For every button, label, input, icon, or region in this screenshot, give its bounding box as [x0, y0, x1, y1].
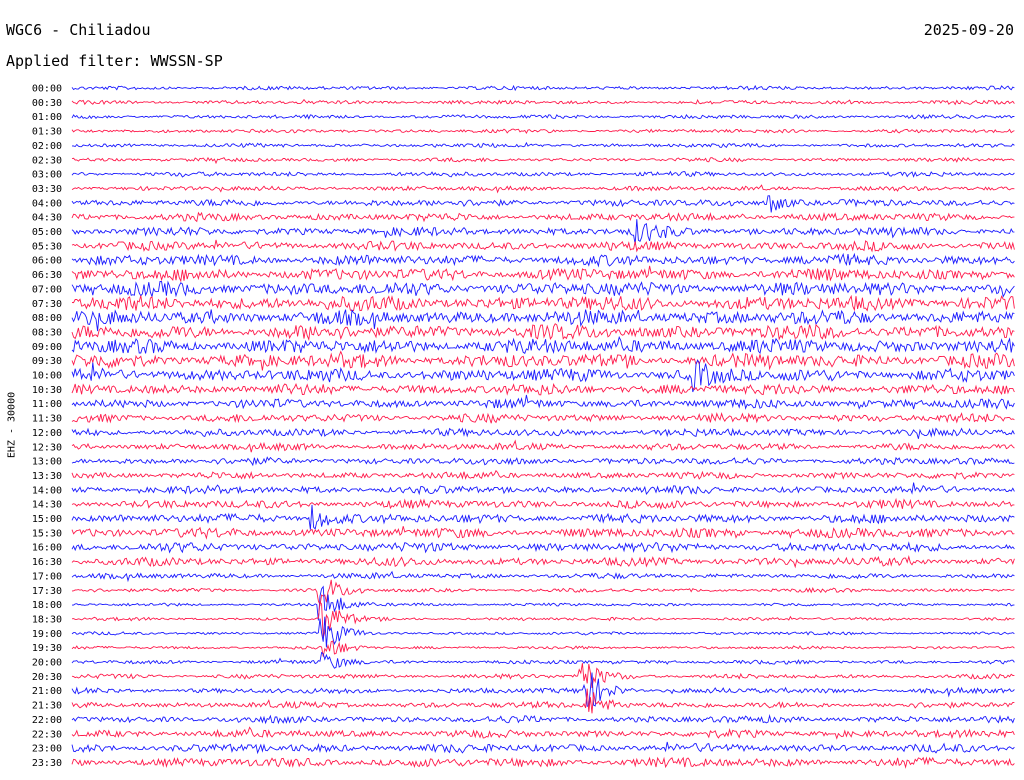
y-tick-label: 23:30: [32, 758, 62, 769]
y-tick-label: 13:30: [32, 471, 62, 482]
y-tick-label: 13:00: [32, 457, 62, 468]
seismic-trace-0930: [71, 350, 1015, 371]
seismic-trace-2100: [71, 672, 1015, 707]
y-tick-label: 08:00: [32, 313, 62, 324]
y-tick-label: 21:00: [32, 686, 62, 697]
seismic-trace-2130: [71, 688, 1015, 714]
seismic-trace-2200: [71, 714, 1015, 725]
seismic-trace-1930: [71, 640, 1015, 657]
y-tick-label: 11:00: [32, 399, 62, 410]
y-tick-label: 18:00: [32, 600, 62, 611]
y-tick-label: 04:30: [32, 213, 62, 224]
y-tick-label: 09:00: [32, 342, 62, 353]
seismic-trace-0700: [71, 280, 1015, 299]
y-tick-label: 06:00: [32, 256, 62, 267]
y-tick-label: 20:00: [32, 658, 62, 669]
y-tick-label: 16:00: [32, 543, 62, 554]
seismic-trace-2000: [71, 651, 1015, 669]
y-tick-label: 12:00: [32, 428, 62, 439]
seismic-trace-1330: [71, 469, 1015, 480]
seismic-trace-0030: [71, 98, 1015, 106]
y-tick-label: 20:30: [32, 672, 62, 683]
y-tick-label: 02:00: [32, 141, 62, 152]
y-tick-label: 18:30: [32, 614, 62, 625]
seismic-trace-0630: [71, 265, 1015, 283]
y-tick-label: 05:30: [32, 241, 62, 252]
y-tick-label: 03:30: [32, 184, 62, 195]
seismic-trace-0730: [71, 294, 1015, 312]
seismic-trace-0200: [71, 141, 1015, 149]
seismic-trace-0900: [71, 335, 1015, 355]
seismic-trace-0130: [71, 128, 1015, 135]
seismic-trace-0500: [71, 219, 1015, 245]
seismic-trace-1830: [71, 600, 1015, 639]
y-tick-label: 07:00: [32, 284, 62, 295]
seismic-trace-2030: [71, 663, 1015, 688]
seismic-trace-2300: [71, 741, 1015, 755]
y-tick-label: 05:00: [32, 227, 62, 238]
y-tick-label: 06:30: [32, 270, 62, 281]
y-tick-label: 15:30: [32, 528, 62, 539]
seismic-trace-1700: [71, 570, 1015, 583]
seismic-trace-1630: [71, 554, 1015, 569]
seismic-trace-2330: [71, 756, 1015, 769]
y-tick-label: 01:00: [32, 112, 62, 123]
y-tick-label: 15:00: [32, 514, 62, 525]
seismic-trace-1300: [71, 456, 1015, 467]
y-tick-label: 17:30: [32, 586, 62, 597]
seismic-trace-0330: [71, 184, 1015, 194]
seismic-trace-1030: [71, 383, 1015, 396]
y-tick-label: 16:30: [32, 557, 62, 568]
seismic-trace-0830: [71, 323, 1015, 342]
seismic-trace-0400: [71, 195, 1015, 213]
y-tick-label: 10:30: [32, 385, 62, 396]
y-tick-label: 07:30: [32, 299, 62, 310]
seismic-trace-0230: [71, 156, 1015, 165]
seismic-trace-0100: [71, 113, 1015, 120]
helicorder-plot: 00:00 00:30 01:00 01:30 02:00 02:30 03:00 03:30…: [32, 84, 1015, 769]
y-tick-label: 08:30: [32, 327, 62, 338]
tick-label-group: 00:00 00:30 01:00 01:30 02:00 02:30 03:00 03:30…: [32, 84, 62, 769]
seismic-trace-0600: [71, 252, 1015, 268]
y-tick-label: 19:30: [32, 643, 62, 654]
seismic-trace-1200: [71, 427, 1015, 439]
seismic-trace-1800: [71, 585, 1015, 621]
y-tick-label: 01:30: [32, 127, 62, 138]
y-tick-label: 14:30: [32, 500, 62, 511]
y-tick-label: 19:00: [32, 629, 62, 640]
seismic-trace-1530: [71, 526, 1015, 540]
y-tick-label: 00:00: [32, 84, 62, 95]
y-tick-label: 14:00: [32, 485, 62, 496]
seismic-trace-1900: [71, 616, 1015, 648]
seismic-trace-1100: [71, 394, 1015, 410]
y-tick-label: 10:00: [32, 371, 62, 382]
seismic-trace-1230: [71, 439, 1015, 453]
y-tick-label: 23:00: [32, 744, 62, 755]
seismic-trace-2230: [71, 726, 1015, 740]
y-tick-label: 22:30: [32, 729, 62, 740]
seismic-trace-0300: [71, 170, 1015, 178]
y-tick-label: 02:30: [32, 155, 62, 166]
y-tick-label: 21:30: [32, 701, 62, 712]
y-tick-label: 11:30: [32, 414, 62, 425]
y-tick-label: 09:30: [32, 356, 62, 367]
seismic-trace-1730: [71, 579, 1015, 607]
trace-group: [71, 84, 1015, 769]
seismic-trace-1500: [71, 504, 1015, 530]
seismic-trace-1430: [71, 497, 1015, 511]
y-tick-label: 03:00: [32, 170, 62, 181]
y-tick-label: 00:30: [32, 98, 62, 109]
seismic-trace-1400: [71, 482, 1015, 496]
y-tick-label: 04:00: [32, 198, 62, 209]
seismic-trace-0000: [71, 84, 1015, 92]
seismic-trace-1130: [71, 412, 1015, 424]
y-tick-label: 12:30: [32, 442, 62, 453]
seismic-trace-0530: [71, 239, 1015, 253]
seismic-trace-1600: [71, 541, 1015, 554]
y-tick-label: 22:00: [32, 715, 62, 726]
y-tick-label: 17:00: [32, 571, 62, 582]
seismic-trace-0430: [71, 211, 1015, 223]
